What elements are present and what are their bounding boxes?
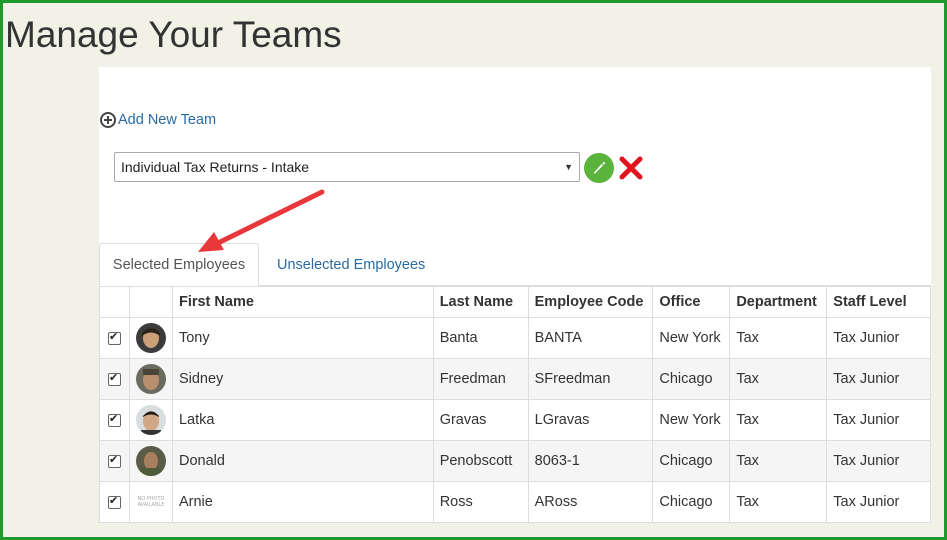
row-checkbox[interactable] [107, 412, 121, 427]
last-name-cell: Ross [432, 481, 529, 523]
last-name-cell: Gravas [432, 399, 529, 441]
add-new-team-link[interactable]: Add New Team [100, 112, 216, 128]
table-row: Sidney Freedman SFreedman Chicago Tax Ta… [99, 358, 931, 400]
row-checkbox[interactable] [107, 330, 121, 345]
column-header-office[interactable]: Office [652, 286, 731, 318]
first-name-cell: Tony [171, 317, 434, 359]
pencil-icon [594, 162, 606, 174]
table-header-row: First Name Last Name Employee Code Offic… [99, 286, 931, 318]
last-name-cell: Penobscott [432, 440, 529, 482]
department-cell: Tax [729, 358, 828, 400]
table-row: Donald Penobscott 8063-1 Chicago Tax Tax… [99, 440, 931, 482]
department-cell: Tax [729, 317, 828, 359]
x-icon [619, 156, 643, 180]
plus-circle-icon [100, 112, 116, 128]
staff-level-cell: Tax Junior [826, 317, 931, 359]
first-name-cell: Donald [171, 440, 434, 482]
column-header-first-name[interactable]: First Name [171, 286, 434, 318]
row-checkbox[interactable] [107, 371, 121, 386]
office-cell: Chicago [652, 440, 731, 482]
column-header-department[interactable]: Department [729, 286, 828, 318]
avatar [135, 364, 166, 394]
column-header-staff-level[interactable]: Staff Level [826, 286, 931, 318]
staff-level-cell: Tax Junior [826, 481, 931, 523]
office-cell: New York [652, 317, 731, 359]
tab-selected-employees[interactable]: Selected Employees [99, 243, 259, 286]
avatar [135, 405, 166, 435]
first-name-cell: Latka [171, 399, 434, 441]
department-cell: Tax [729, 440, 828, 482]
tab-unselected-employees[interactable]: Unselected Employees [277, 243, 425, 286]
department-cell: Tax [729, 481, 828, 523]
staff-level-cell: Tax Junior [826, 440, 931, 482]
avatar [135, 446, 166, 476]
employee-code-cell: LGravas [527, 399, 654, 441]
no-photo-placeholder: NO PHOTO AVAILABLE [137, 496, 165, 508]
first-name-cell: Sidney [171, 358, 434, 400]
row-checkbox[interactable] [107, 494, 121, 509]
add-new-team-label: Add New Team [118, 112, 217, 128]
employee-code-cell: 8063-1 [527, 440, 654, 482]
department-cell: Tax [729, 399, 828, 441]
table-row: NO PHOTO AVAILABLE Arnie Ross ARoss Chic… [99, 481, 931, 523]
team-select-value: Individual Tax Returns - Intake [121, 159, 310, 175]
last-name-cell: Freedman [432, 358, 529, 400]
employee-code-cell: SFreedman [527, 358, 654, 400]
employee-code-cell: BANTA [527, 317, 654, 359]
table-row: Tony Banta BANTA New York Tax Tax Junior [99, 317, 931, 359]
column-header-employee-code[interactable]: Employee Code [527, 286, 654, 318]
page-title: Manage Your Teams [5, 14, 342, 55]
last-name-cell: Banta [432, 317, 529, 359]
column-header-last-name[interactable]: Last Name [432, 286, 529, 318]
staff-level-cell: Tax Junior [826, 399, 931, 441]
employees-table: First Name Last Name Employee Code Offic… [99, 286, 931, 523]
delete-team-button[interactable] [617, 154, 645, 182]
employee-code-cell: ARoss [527, 481, 654, 523]
edit-team-button[interactable] [584, 153, 614, 183]
chevron-down-icon: ▼ [564, 162, 573, 172]
table-row: Latka Gravas LGravas New York Tax Tax Ju… [99, 399, 931, 441]
employee-tabs: Selected Employees Unselected Employees [99, 243, 931, 286]
team-select[interactable]: Individual Tax Returns - Intake ▼ [114, 152, 580, 182]
staff-level-cell: Tax Junior [826, 358, 931, 400]
column-header-select [99, 286, 130, 318]
office-cell: Chicago [652, 481, 731, 523]
column-header-photo [128, 286, 173, 318]
row-checkbox[interactable] [107, 453, 121, 468]
avatar [135, 323, 166, 353]
office-cell: New York [652, 399, 731, 441]
first-name-cell: Arnie [171, 481, 434, 523]
office-cell: Chicago [652, 358, 731, 400]
